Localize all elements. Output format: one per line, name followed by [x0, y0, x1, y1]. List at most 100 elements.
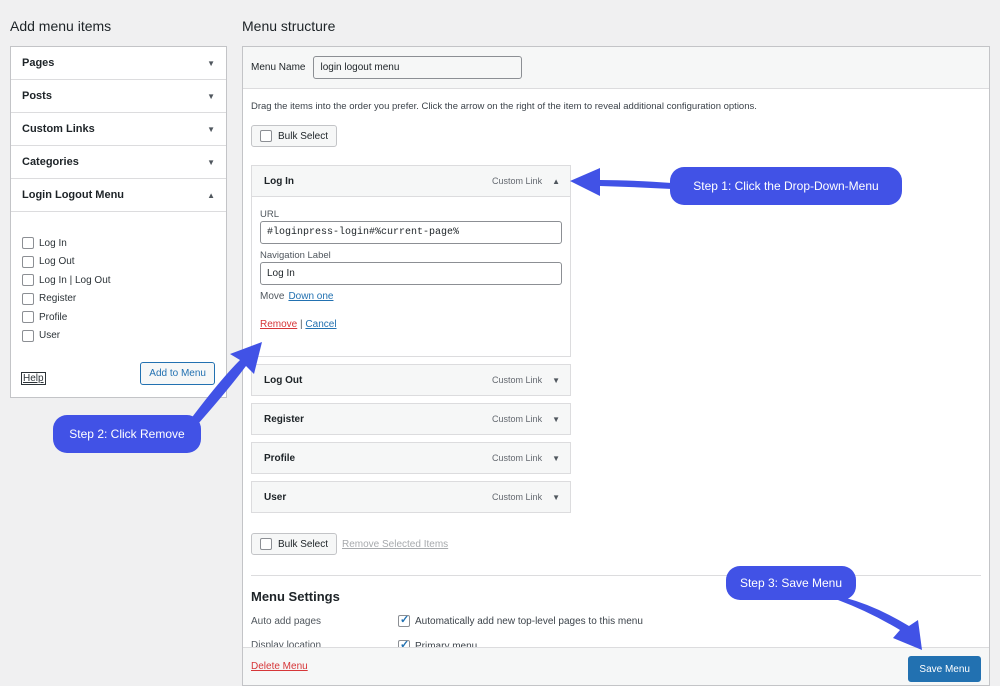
- chevron-down-icon[interactable]: ▼: [552, 415, 560, 424]
- menu-item-type: Custom Link ▼: [492, 414, 560, 424]
- step1-callout: Step 1: Click the Drop-Down-Menu: [670, 167, 902, 205]
- accordion-label: Pages: [22, 57, 55, 69]
- add-menu-items-accordion: Pages ▼ Posts ▼ Custom Links ▼ Categorie…: [10, 46, 227, 398]
- login-item-option[interactable]: Log Out: [22, 253, 215, 272]
- menu-item-profile[interactable]: Profile Custom Link ▼: [251, 442, 571, 474]
- checkbox[interactable]: [22, 237, 34, 250]
- menu-item-type: Custom Link ▼: [492, 453, 560, 463]
- checkbox[interactable]: [22, 274, 34, 287]
- accordion-custom-links[interactable]: Custom Links ▼: [11, 113, 226, 146]
- option-label: User: [39, 330, 61, 342]
- navigation-label-label: Navigation Label: [260, 250, 331, 261]
- menu-item-log-out[interactable]: Log Out Custom Link ▼: [251, 364, 571, 396]
- chevron-down-icon[interactable]: ▼: [552, 454, 560, 463]
- item-type-label: Custom Link: [492, 375, 543, 385]
- menu-item-title: User: [264, 491, 287, 503]
- add-to-menu-button[interactable]: Add to Menu: [140, 362, 215, 385]
- auto-add-label: Auto add pages: [251, 616, 322, 627]
- item-type-label: Custom Link: [492, 453, 543, 463]
- chevron-down-icon: ▼: [207, 58, 215, 68]
- checkbox[interactable]: [22, 329, 34, 342]
- step3-callout: Step 3: Save Menu: [726, 566, 856, 600]
- login-item-option[interactable]: Profile: [22, 308, 215, 327]
- checkbox[interactable]: [22, 255, 34, 268]
- accordion-posts[interactable]: Posts ▼: [11, 80, 226, 113]
- option-label: Log In: [39, 237, 67, 249]
- item-type-label: Custom Link: [492, 414, 543, 424]
- url-label: URL: [260, 209, 280, 220]
- chevron-up-icon: ▲: [207, 190, 215, 200]
- bulk-select-button[interactable]: Bulk Select: [251, 125, 338, 147]
- menu-item-title: Profile: [264, 452, 296, 464]
- option-label: Profile: [39, 311, 68, 323]
- navigation-label-input[interactable]: Log In: [260, 262, 562, 285]
- menu-item-type: Custom Link ▲: [492, 176, 560, 186]
- chevron-down-icon: ▼: [207, 91, 215, 101]
- chevron-down-icon: ▼: [207, 124, 215, 134]
- chevron-down-icon: ▼: [207, 157, 215, 167]
- menu-name-bar: Menu Name login logout menu: [243, 47, 989, 89]
- accordion-label: Posts: [22, 90, 52, 102]
- remove-link[interactable]: Remove: [260, 319, 297, 330]
- login-logout-menu-panel: Log In Log Out Log In | Log Out Register…: [11, 212, 226, 397]
- menu-item-user[interactable]: User Custom Link ▼: [251, 481, 571, 513]
- instructions-text: Drag the items into the order you prefer…: [251, 101, 757, 112]
- checkbox[interactable]: [22, 292, 34, 305]
- menu-structure-title: Menu structure: [242, 18, 336, 34]
- delete-menu-link[interactable]: Delete Menu: [251, 661, 308, 672]
- login-item-option[interactable]: Log In | Log Out: [22, 271, 215, 290]
- url-input[interactable]: #loginpress-login#%current-page%: [260, 221, 562, 244]
- bulk-select-button[interactable]: Bulk Select: [251, 533, 338, 555]
- menu-name-label: Menu Name: [251, 62, 306, 73]
- menu-settings-title: Menu Settings: [251, 589, 340, 604]
- remove-selected-items-link[interactable]: Remove Selected Items: [342, 539, 448, 550]
- checkbox[interactable]: [260, 130, 272, 142]
- accordion-login-logout-menu[interactable]: Login Logout Menu ▲: [11, 179, 226, 212]
- move-row: Move Down one: [260, 291, 562, 302]
- chevron-up-icon[interactable]: ▲: [552, 177, 560, 186]
- menu-item-register[interactable]: Register Custom Link ▼: [251, 403, 571, 435]
- bulk-select-label: Bulk Select: [278, 130, 329, 142]
- menu-item-type: Custom Link ▼: [492, 492, 560, 502]
- accordion-label: Login Logout Menu: [22, 189, 125, 201]
- move-label: Move: [260, 291, 285, 302]
- option-label: Automatically add new top-level pages to…: [415, 615, 643, 627]
- menu-structure-panel: Menu Name login logout menu Drag the ite…: [242, 46, 990, 686]
- move-down-one-link[interactable]: Down one: [288, 291, 333, 302]
- item-type-label: Custom Link: [492, 176, 543, 186]
- checkbox[interactable]: [22, 311, 34, 324]
- menu-item-title: Register: [264, 413, 305, 425]
- item-type-label: Custom Link: [492, 492, 543, 502]
- option-label: Log In | Log Out: [39, 274, 111, 286]
- chevron-down-icon[interactable]: ▼: [552, 376, 560, 385]
- auto-add-option[interactable]: Automatically add new top-level pages to…: [398, 613, 643, 627]
- checkbox[interactable]: [260, 538, 272, 550]
- bulk-select-label: Bulk Select: [278, 538, 329, 550]
- divider: [251, 575, 981, 576]
- menu-item-title: Log In: [264, 175, 294, 187]
- accordion-label: Categories: [22, 156, 79, 168]
- option-label: Log Out: [39, 256, 75, 268]
- step2-callout: Step 2: Click Remove: [53, 415, 201, 453]
- login-item-option[interactable]: User: [22, 327, 215, 346]
- menu-item-log-in[interactable]: Log In Custom Link ▲: [251, 165, 571, 197]
- chevron-down-icon[interactable]: ▼: [552, 493, 560, 502]
- menu-name-input[interactable]: login logout menu: [313, 56, 523, 79]
- checkbox-checked[interactable]: [398, 613, 410, 627]
- login-item-option[interactable]: Register: [22, 290, 215, 309]
- accordion-label: Custom Links: [22, 123, 95, 135]
- separator: |: [300, 319, 303, 330]
- menu-item-title: Log Out: [264, 374, 303, 386]
- accordion-pages[interactable]: Pages ▼: [11, 47, 226, 80]
- menu-footer: Delete Menu Save Menu: [243, 647, 989, 685]
- menu-item-settings: URL #loginpress-login#%current-page% Nav…: [251, 197, 571, 357]
- help-link[interactable]: Help: [21, 372, 46, 385]
- add-menu-items-title: Add menu items: [10, 18, 112, 34]
- item-actions: Remove | Cancel: [260, 319, 562, 330]
- menu-item-type: Custom Link ▼: [492, 375, 560, 385]
- option-label: Register: [39, 293, 77, 305]
- cancel-link[interactable]: Cancel: [305, 319, 336, 330]
- save-menu-button[interactable]: Save Menu: [908, 656, 981, 682]
- login-item-option[interactable]: Log In: [22, 234, 215, 253]
- accordion-categories[interactable]: Categories ▼: [11, 146, 226, 179]
